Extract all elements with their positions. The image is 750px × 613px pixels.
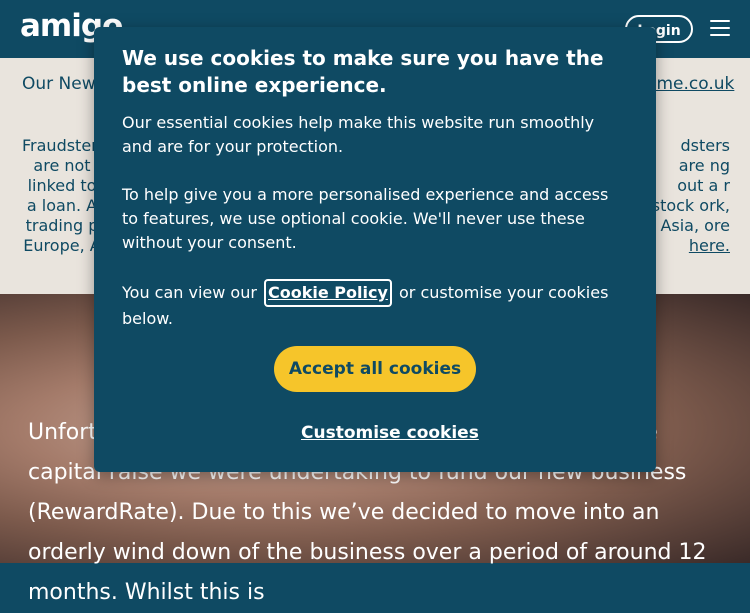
hamburger-menu-icon[interactable] [710,20,730,36]
cookie-consent-modal: We use cookies to make sure you have the… [94,27,656,472]
fraud-warning-right: dsters are ng out a r stock ork, Asia, o… [650,136,730,256]
accept-all-cookies-button[interactable]: Accept all cookies [274,346,476,392]
notice-heading: Our New [22,74,96,94]
cookie-policy-prefix: You can view our [122,283,257,302]
here-link[interactable]: here. [689,236,730,255]
fraud-warning-text: dsters are ng out a r stock ork, Asia, o… [651,136,730,235]
cookie-optional-text: To help give you a more personalised exp… [122,185,609,252]
cookie-modal-title: We use cookies to make sure you have the… [122,46,604,97]
fraud-warning-left: Fraudsters are not linked to a loan. A t… [22,136,107,255]
cookie-policy-link[interactable]: Cookie Policy [264,279,392,307]
customise-cookies-button[interactable]: Customise cookies [301,423,479,443]
notice-scheme-link[interactable]: eme.co.uk [646,74,734,94]
cookie-essential-text: Our essential cookies help make this web… [122,113,595,156]
cookie-policy-text: You can view our Cookie Policy or custom… [122,279,642,331]
